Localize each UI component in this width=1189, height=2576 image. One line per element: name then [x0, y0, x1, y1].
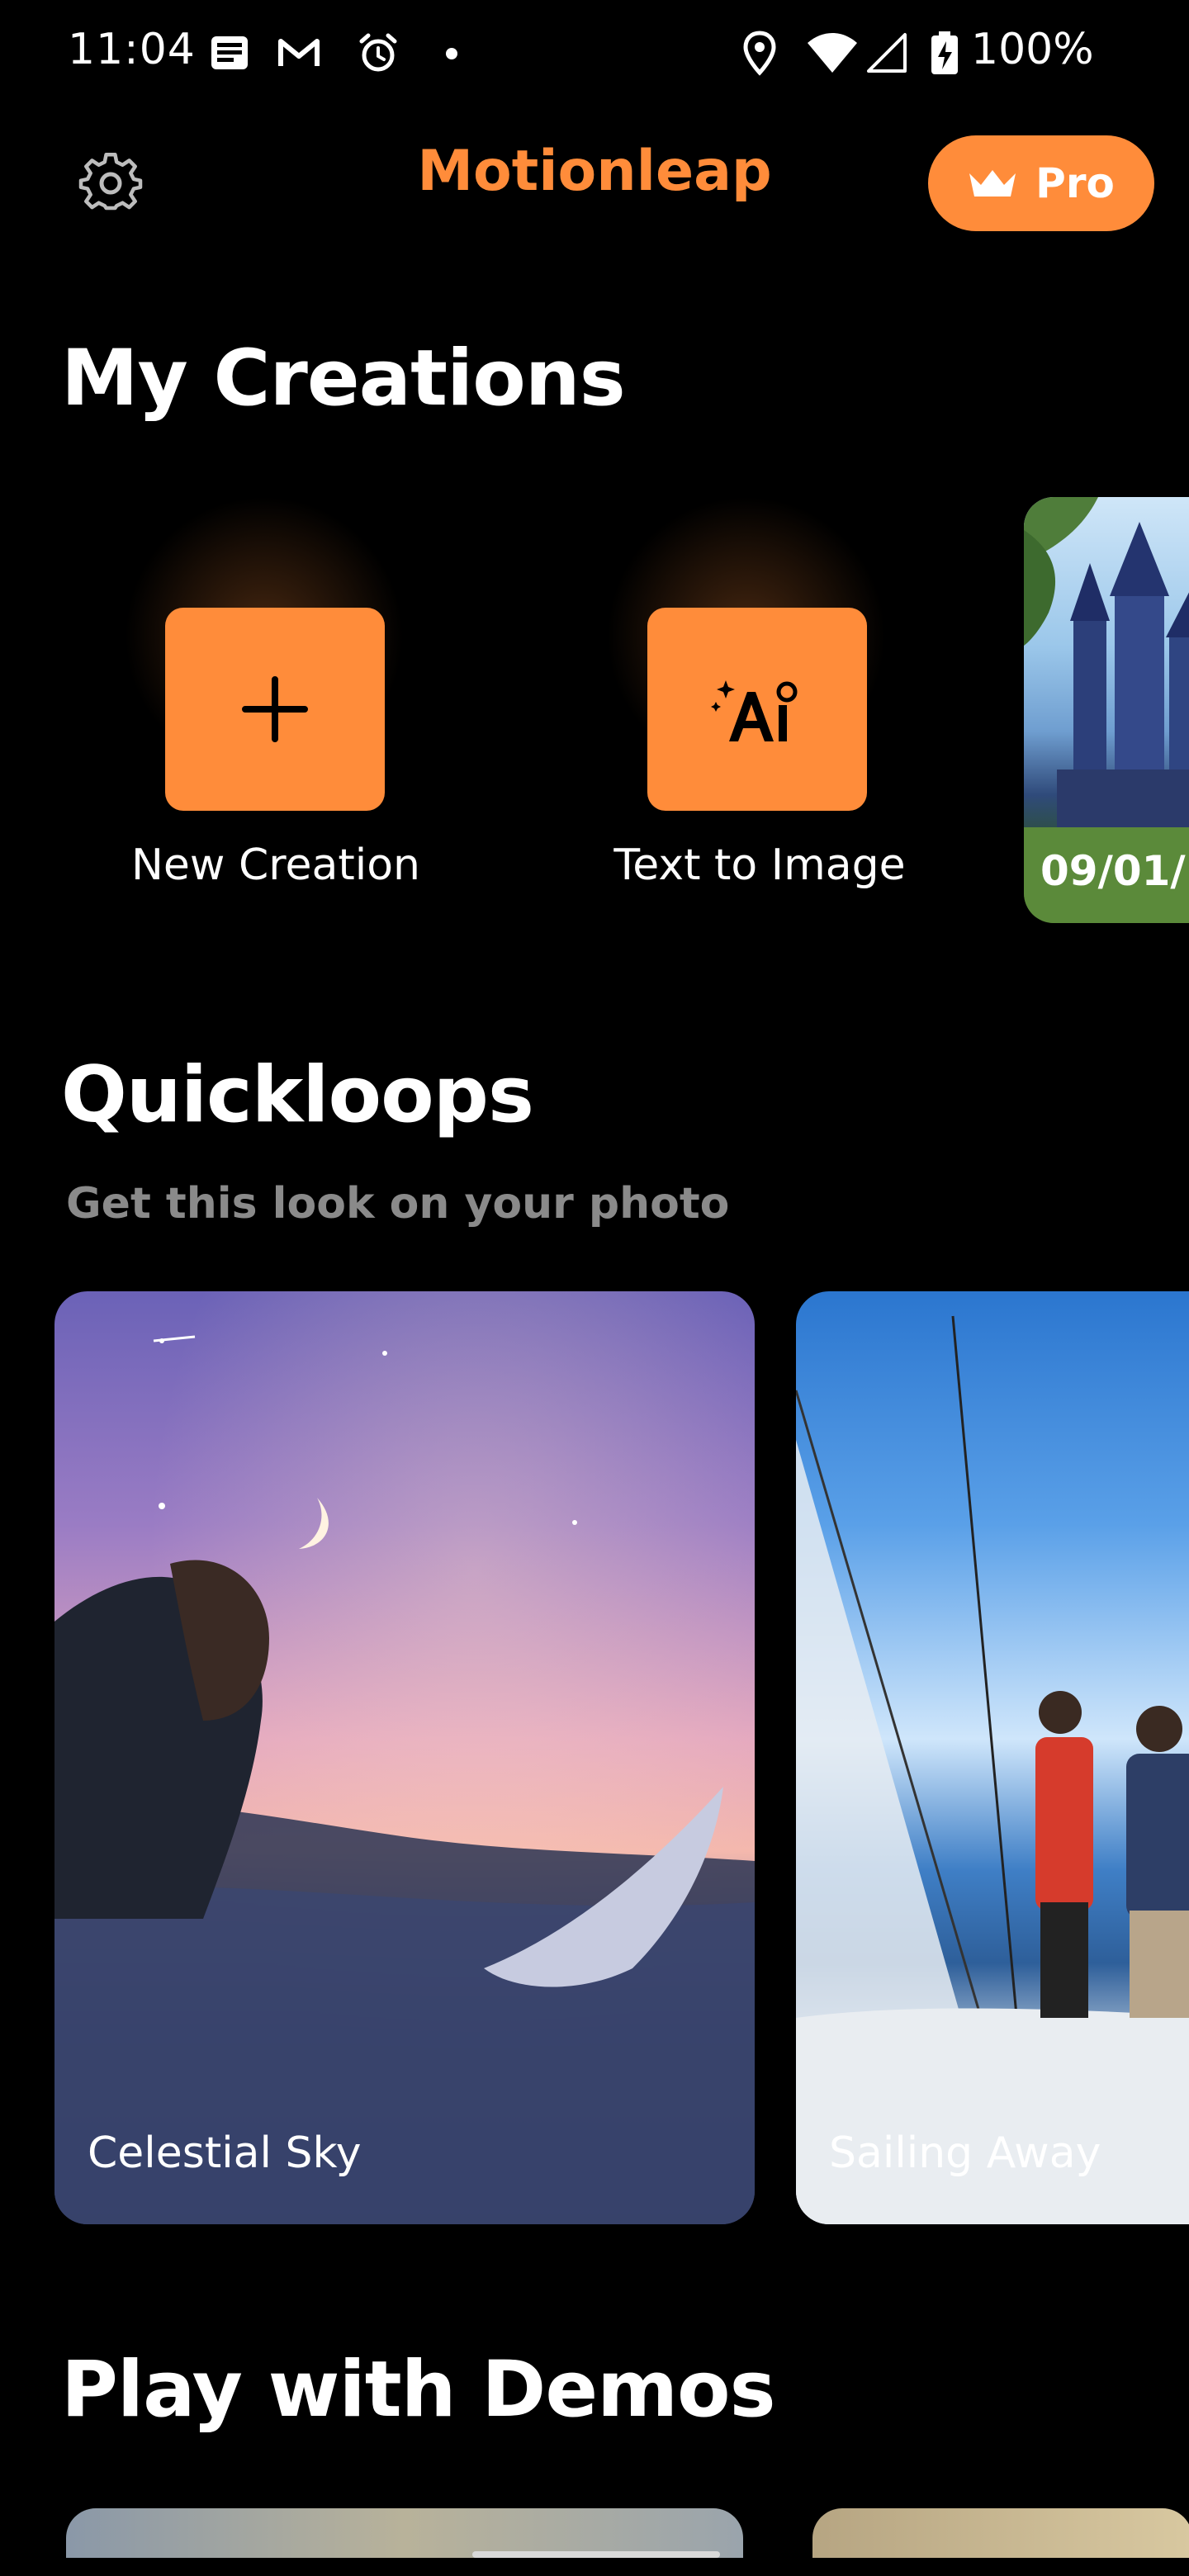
recent-creation-thumbnail[interactable]: 09/01/: [1024, 497, 1189, 923]
ai-sparkle-icon: [711, 680, 798, 741]
wifi-icon: [808, 33, 857, 73]
crown-icon: [969, 170, 1016, 197]
status-time: 11:04: [68, 25, 196, 74]
new-creation-button[interactable]: [91, 495, 438, 875]
celestial-sky-image: [54, 1335, 755, 2224]
quickloops-subtitle: Get this look on your photo: [66, 1179, 730, 1229]
text-to-image-tile: [647, 608, 867, 811]
demo-card-2[interactable]: [812, 2508, 1189, 2558]
quickloop-card-sailing-away[interactable]: Sailing Away: [796, 1291, 1189, 2224]
text-to-image-label: Text to Image: [613, 841, 906, 890]
quickloop-label: Sailing Away: [829, 2129, 1101, 2178]
battery-percent: 100%: [971, 25, 1094, 74]
app-screen: 11:04 100% Motionleap Pro My Creations N…: [0, 0, 1189, 2576]
quickloops-title: Quickloops: [61, 1050, 534, 1140]
recent-creation-date: 09/01/: [1040, 847, 1186, 895]
alarm-icon: [359, 33, 397, 72]
new-creation-tile: [165, 608, 385, 811]
new-creation-label: New Creation: [131, 841, 420, 890]
demo-card-1[interactable]: [66, 2508, 743, 2558]
status-bar: 11:04 100%: [0, 0, 1189, 107]
quickloop-label: Celestial Sky: [88, 2129, 362, 2178]
pro-upgrade-button[interactable]: Pro: [928, 135, 1154, 231]
pro-label: Pro: [1035, 159, 1115, 207]
demos-title: Play with Demos: [61, 2345, 776, 2435]
location-icon: [743, 31, 776, 76]
notification-dot-icon: [446, 48, 457, 59]
home-indicator[interactable]: [472, 2551, 720, 2558]
sailing-image: [796, 1315, 1189, 2224]
cell-signal-icon: [867, 33, 907, 73]
battery-charging-icon: [931, 31, 958, 74]
text-to-image-button[interactable]: [573, 495, 920, 875]
quickloop-card-celestial-sky[interactable]: Celestial Sky: [54, 1291, 755, 2224]
plus-icon: [242, 676, 308, 742]
news-icon: [211, 36, 248, 69]
my-creations-title: My Creations: [61, 334, 626, 424]
gmail-icon: [278, 39, 320, 66]
